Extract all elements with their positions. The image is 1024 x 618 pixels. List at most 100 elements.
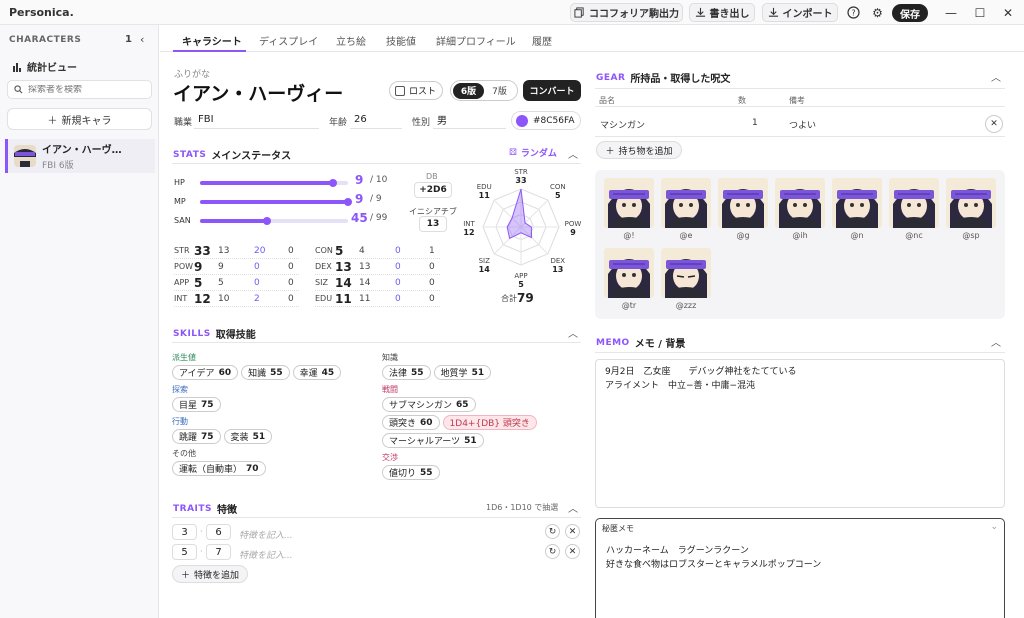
portrait-card[interactable]: @e xyxy=(661,178,711,241)
gear-collapse-icon[interactable]: ︿ xyxy=(991,69,1001,84)
ability-other[interactable]: 0 xyxy=(429,278,435,288)
ability-bonus[interactable]: 0 xyxy=(254,278,260,288)
gear-item-note[interactable]: つよい xyxy=(789,118,816,131)
stats-collapse-icon[interactable]: ︿ xyxy=(568,146,578,161)
gear-item-name[interactable]: マシンガン xyxy=(600,118,645,131)
traits-roll-button[interactable]: 1D6・1D10 で抽選 xyxy=(486,502,558,513)
ability-base[interactable]: 14 xyxy=(359,278,370,288)
traits-collapse-icon[interactable]: ︿ xyxy=(568,500,578,515)
damage-roll-chip[interactable]: 1D4+{DB} 頭突き xyxy=(442,415,537,430)
edition-6-button[interactable]: 6版 xyxy=(453,82,484,99)
ability-base[interactable]: 4 xyxy=(359,246,365,256)
help-icon[interactable]: ? xyxy=(845,4,862,21)
gear-icon[interactable]: ⚙ xyxy=(869,4,886,21)
ability-base[interactable]: 11 xyxy=(359,294,370,304)
character-list-item[interactable]: イアン・ハーヴ… FBI 6版 xyxy=(5,139,155,173)
ability-base[interactable]: 10 xyxy=(218,294,229,304)
stat-bar-value[interactable]: 9 xyxy=(355,173,363,187)
character-name-title[interactable]: イアン・ハーヴィー xyxy=(173,79,343,106)
reroll-icon[interactable]: ↻ xyxy=(545,544,560,559)
secret-memo-text[interactable]: ハッカーネーム ラグーンラクーン 好きな食べ物はロブスターとキャラメルポップコー… xyxy=(606,544,821,572)
skill-chip[interactable]: 運転（自動車） 70 xyxy=(172,461,266,476)
portrait-card[interactable]: @g xyxy=(718,178,768,241)
portrait-card[interactable]: @sp xyxy=(946,178,996,241)
portrait-card[interactable]: @zzz xyxy=(661,248,711,311)
close-window-icon[interactable]: ✕ xyxy=(998,4,1018,21)
stat-bar-knob[interactable] xyxy=(263,216,272,225)
portrait-card[interactable]: @nc xyxy=(889,178,939,241)
remove-trait-icon[interactable]: ✕ xyxy=(565,524,580,539)
tab-charsheet[interactable]: キャラシート xyxy=(182,33,242,48)
export-button[interactable]: 書き出し xyxy=(689,3,755,22)
lost-checkbox[interactable] xyxy=(395,85,405,96)
skill-chip[interactable]: 頭突き 60 xyxy=(382,415,440,430)
edition-7-button[interactable]: 7版 xyxy=(484,84,515,97)
skill-chip[interactable]: 変装 51 xyxy=(223,429,273,444)
trait-roll-b[interactable]: 7 xyxy=(206,544,231,560)
maximize-icon[interactable]: ☐ xyxy=(970,4,990,21)
stat-bar-track[interactable] xyxy=(200,197,352,206)
memo-textarea[interactable]: 9月2日 乙女座 デバッグ神社をたてている アライメント 中立−善・中庸−混沌 xyxy=(595,359,1005,508)
save-button[interactable]: 保存 xyxy=(892,4,928,22)
skill-chip[interactable]: 地質学 51 xyxy=(433,365,492,380)
random-button[interactable]: ⚄ ランダム xyxy=(509,146,557,160)
add-gear-button[interactable]: ＋持ち物を追加 xyxy=(596,141,682,159)
gear-item-qty[interactable]: 1 xyxy=(752,118,758,128)
search-input[interactable] xyxy=(28,84,138,95)
skills-collapse-icon[interactable]: ︿ xyxy=(568,325,578,340)
add-trait-button[interactable]: ＋特徴を追加 xyxy=(172,565,248,583)
stat-bar-value[interactable]: 45 xyxy=(351,211,368,225)
ability-bonus[interactable]: 0 xyxy=(395,246,401,256)
skill-chip[interactable]: 目星 75 xyxy=(172,397,221,412)
collapse-sidebar-icon[interactable]: ‹ xyxy=(140,33,144,46)
secret-memo-box[interactable]: 秘匿メモ ⌄ ハッカーネーム ラグーンラクーン 好きな食べ物はロブスターとキャラ… xyxy=(595,518,1005,618)
skill-chip[interactable]: マーシャルアーツ 51 xyxy=(382,433,484,448)
sex-field[interactable]: 男 xyxy=(433,111,506,129)
trait-roll-b[interactable]: 6 xyxy=(206,524,231,540)
skill-chip[interactable]: 値切り 55 xyxy=(382,465,440,480)
stat-bar-knob[interactable] xyxy=(344,197,352,206)
portrait-card[interactable]: @tr xyxy=(604,248,654,311)
skill-chip[interactable]: アイデア 60 xyxy=(172,365,239,380)
ability-base[interactable]: 5 xyxy=(218,278,224,288)
remove-trait-icon[interactable]: ✕ xyxy=(565,544,580,559)
ability-bonus[interactable]: 0 xyxy=(395,262,401,272)
tab-portrait[interactable]: 立ち絵 xyxy=(336,33,366,48)
ccfolia-export-button[interactable]: ココフォリア駒出力 xyxy=(570,3,683,22)
age-field[interactable]: 26 xyxy=(350,111,402,129)
memo-collapse-icon[interactable]: ︿ xyxy=(991,334,1001,349)
tab-profile[interactable]: 詳細プロフィール xyxy=(436,33,516,48)
skill-chip[interactable]: 知識 55 xyxy=(241,365,290,380)
ability-base[interactable]: 13 xyxy=(359,262,370,272)
ability-bonus[interactable]: 0 xyxy=(254,262,260,272)
reroll-icon[interactable]: ↻ xyxy=(545,524,560,539)
new-character-button[interactable]: ＋ 新規キャラ xyxy=(7,108,152,130)
stat-bar-knob[interactable] xyxy=(329,178,338,187)
tab-display[interactable]: ディスプレイ xyxy=(259,33,318,48)
search-box[interactable] xyxy=(7,80,152,99)
tab-skills[interactable]: 技能値 xyxy=(386,33,416,48)
color-picker[interactable]: #8C56FA xyxy=(511,111,581,130)
ability-other[interactable]: 1 xyxy=(429,246,435,256)
ability-other[interactable]: 0 xyxy=(288,278,294,288)
stat-bar-value[interactable]: 9 xyxy=(355,192,363,206)
minimize-icon[interactable]: — xyxy=(941,4,961,21)
ability-other[interactable]: 0 xyxy=(288,262,294,272)
skill-chip[interactable]: サブマシンガン 65 xyxy=(382,397,476,412)
skill-chip[interactable]: 跳躍 75 xyxy=(172,429,221,444)
stat-bar-track[interactable] xyxy=(200,216,348,225)
job-field[interactable]: FBI xyxy=(194,111,319,129)
ability-bonus[interactable]: 0 xyxy=(395,278,401,288)
ability-base[interactable]: 9 xyxy=(218,262,224,272)
secret-memo-chevron-icon[interactable]: ⌄ xyxy=(990,522,998,532)
trait-input[interactable]: 特徴を記入... xyxy=(239,548,293,561)
trait-roll-a[interactable]: 5 xyxy=(172,544,197,560)
remove-gear-icon[interactable]: ✕ xyxy=(985,115,1003,133)
skill-chip[interactable]: 法律 55 xyxy=(382,365,431,380)
ability-other[interactable]: 0 xyxy=(429,294,435,304)
convert-button[interactable]: コンバート xyxy=(523,80,581,101)
lost-toggle[interactable]: ロスト xyxy=(389,81,443,100)
skill-chip[interactable]: 幸運 45 xyxy=(292,365,342,380)
ability-bonus[interactable]: 2 xyxy=(254,294,260,304)
tab-history[interactable]: 履歴 xyxy=(532,33,552,48)
